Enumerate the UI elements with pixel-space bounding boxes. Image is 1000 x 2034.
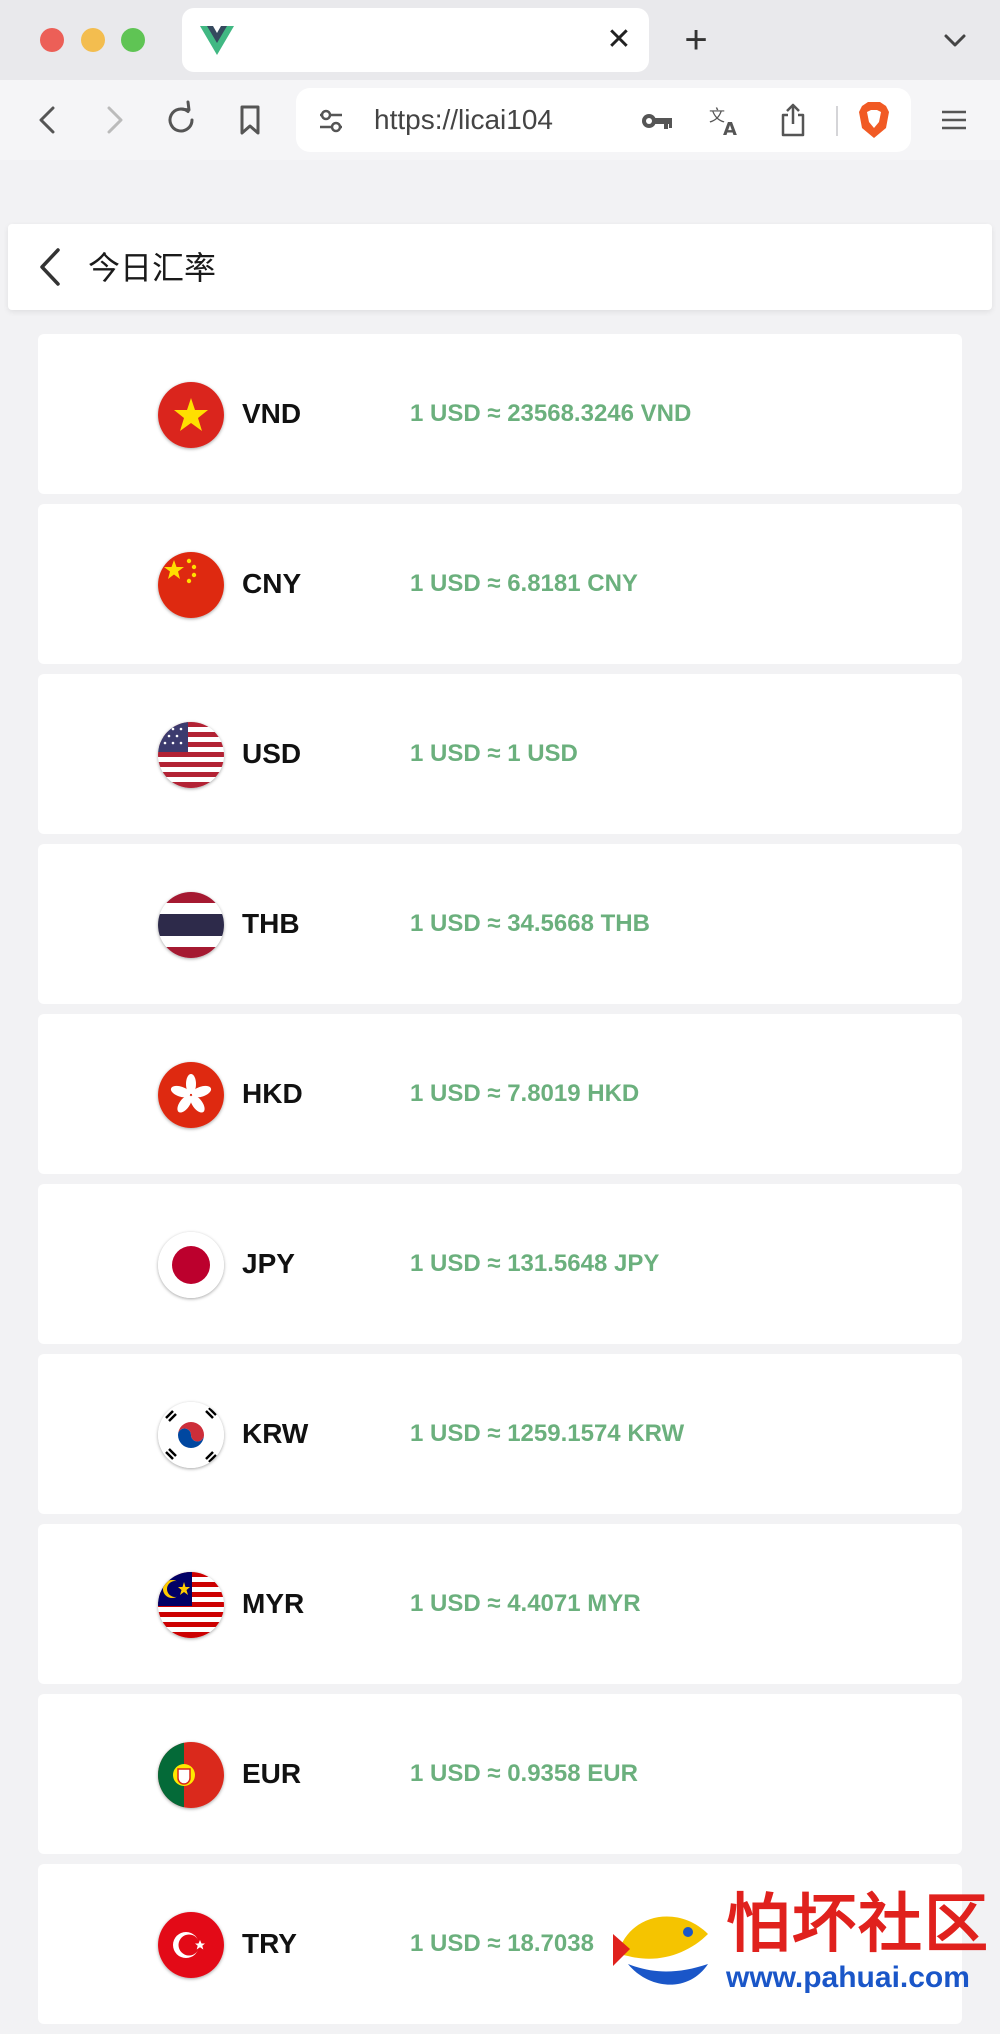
site-settings-icon[interactable] <box>316 106 346 136</box>
rate-value: 1 USD ≈ 4.4071 MYR <box>410 1590 641 1617</box>
rate-row-myr[interactable]: MYR 1 USD ≈ 4.4071 MYR <box>38 1524 962 1684</box>
vietnam-flag-icon <box>158 382 224 448</box>
tab-bar: ✕ + <box>0 0 1000 80</box>
rate-row-thb[interactable]: THB 1 USD ≈ 34.5668 THB <box>38 844 962 1004</box>
watermark: 怕坏社区 www.pahuai.com <box>608 1890 1000 2004</box>
rate-row-eur[interactable]: EUR 1 USD ≈ 0.9358 EUR <box>38 1694 962 1854</box>
hamburger-menu-icon[interactable] <box>938 104 970 136</box>
currency-code: THB <box>242 908 300 939</box>
close-window-button[interactable] <box>40 28 64 52</box>
currency-code: HKD <box>242 1078 303 1109</box>
minimize-window-button[interactable] <box>81 28 105 52</box>
url-text[interactable]: https://licai104 <box>374 104 553 136</box>
forward-icon[interactable] <box>94 100 134 140</box>
rate-value: 1 USD ≈ 0.9358 EUR <box>410 1760 638 1787</box>
korea-flag-icon <box>158 1402 224 1468</box>
page-title: 今日汇率 <box>88 249 217 287</box>
chevron-down-icon[interactable] <box>940 26 970 54</box>
rate-value: 1 USD ≈ 1 USD <box>410 740 578 767</box>
rate-value: 1 USD ≈ 34.5668 THB <box>410 910 650 937</box>
currency-code: TRY <box>242 1928 297 1959</box>
rate-value: 1 USD ≈ 23568.3246 VND <box>410 400 692 427</box>
currency-code: MYR <box>242 1588 305 1619</box>
vue-favicon-icon <box>200 26 234 55</box>
hongkong-flag-icon <box>158 1062 224 1128</box>
key-icon[interactable] <box>640 106 674 136</box>
rate-row-hkd[interactable]: HKD 1 USD ≈ 7.8019 HKD <box>38 1014 962 1174</box>
svg-text:A: A <box>723 119 737 138</box>
portugal-flag-icon <box>158 1742 224 1808</box>
reload-icon[interactable] <box>161 100 201 140</box>
watermark-url: www.pahuai.com <box>726 1961 970 1994</box>
turkey-flag-icon <box>158 1912 224 1978</box>
rate-row-jpy[interactable]: JPY 1 USD ≈ 131.5648 JPY <box>38 1184 962 1344</box>
rate-value: 1 USD ≈ 18.7038 <box>410 1930 594 1957</box>
tab-close-icon[interactable]: ✕ <box>603 24 635 56</box>
rate-row-vnd[interactable]: VND 1 USD ≈ 23568.3246 VND <box>38 334 962 494</box>
rate-row-cny[interactable]: CNY 1 USD ≈ 6.8181 CNY <box>38 504 962 664</box>
page-header: 今日汇率 <box>8 224 992 310</box>
fish-logo-icon <box>613 1916 708 1985</box>
browser-toolbar: https://licai104 文 A <box>0 80 1000 160</box>
japan-flag-icon <box>158 1232 224 1298</box>
maximize-window-button[interactable] <box>121 28 145 52</box>
currency-code: USD <box>242 738 302 769</box>
browser-tab[interactable]: ✕ <box>182 8 649 72</box>
divider <box>836 106 838 136</box>
rate-value: 1 USD ≈ 1259.1574 KRW <box>410 1420 685 1447</box>
brave-shield-icon[interactable] <box>856 100 892 140</box>
rate-row-usd[interactable]: USD 1 USD ≈ 1 USD <box>38 674 962 834</box>
usa-flag-icon <box>158 722 224 788</box>
currency-code: JPY <box>242 1248 295 1279</box>
back-arrow-icon[interactable] <box>32 246 72 288</box>
rate-value: 1 USD ≈ 7.8019 HKD <box>410 1080 640 1107</box>
currency-code: KRW <box>242 1418 309 1449</box>
malaysia-flag-icon <box>158 1572 224 1638</box>
currency-code: VND <box>242 398 302 429</box>
thailand-flag-icon <box>158 892 224 958</box>
address-bar[interactable]: https://licai104 文 A <box>296 88 911 152</box>
rate-value: 1 USD ≈ 6.8181 CNY <box>410 570 638 597</box>
new-tab-button[interactable]: + <box>680 20 712 60</box>
translate-icon[interactable]: 文 A <box>708 104 742 138</box>
currency-code: CNY <box>242 568 302 599</box>
bookmark-icon[interactable] <box>230 100 270 140</box>
back-icon[interactable] <box>28 100 68 140</box>
rate-value: 1 USD ≈ 131.5648 JPY <box>410 1250 660 1277</box>
china-flag-icon <box>158 552 224 618</box>
rate-row-krw[interactable]: KRW 1 USD ≈ 1259.1574 KRW <box>38 1354 962 1514</box>
rate-list: VND 1 USD ≈ 23568.3246 VND CNY 1 USD ≈ 6… <box>38 334 962 2034</box>
currency-code: EUR <box>242 1758 302 1789</box>
share-icon[interactable] <box>778 102 808 138</box>
watermark-title: 怕坏社区 <box>726 1888 990 1962</box>
